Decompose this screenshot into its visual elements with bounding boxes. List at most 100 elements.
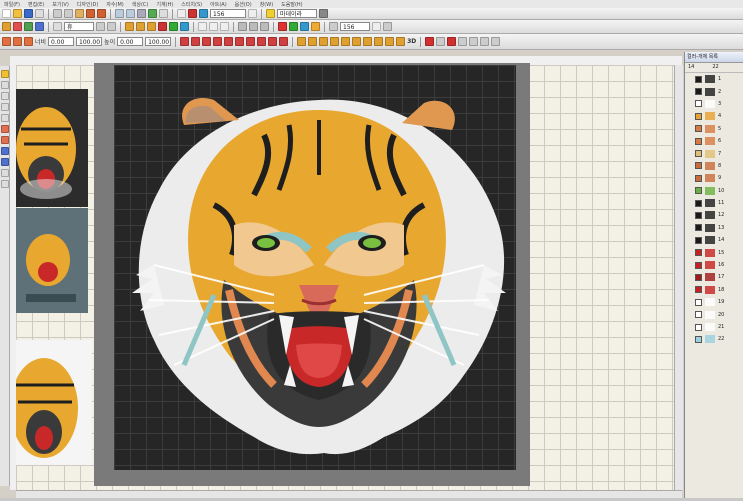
pointer-icon[interactable] bbox=[0, 70, 9, 78]
zigzag-icon[interactable] bbox=[24, 37, 33, 46]
info-icon[interactable] bbox=[266, 9, 275, 18]
lettering-icon[interactable] bbox=[0, 147, 9, 155]
hoop-icon[interactable] bbox=[148, 9, 157, 18]
align-center-icon[interactable] bbox=[136, 22, 145, 31]
pattern-8-icon[interactable] bbox=[257, 37, 267, 46]
object-thumbnail-icon[interactable] bbox=[705, 87, 715, 96]
stitch-angle-icon[interactable] bbox=[491, 37, 501, 46]
arrange-icon[interactable] bbox=[238, 22, 247, 31]
motif-2-icon[interactable] bbox=[308, 37, 318, 46]
outline-stitch-icon[interactable] bbox=[13, 37, 22, 46]
circle-icon[interactable] bbox=[0, 136, 9, 144]
tiger-embroidery-image[interactable] bbox=[114, 65, 516, 470]
menu-item[interactable]: 스티치(S) bbox=[177, 1, 206, 8]
object-thumbnail-icon[interactable] bbox=[705, 223, 715, 232]
pattern-10-icon[interactable] bbox=[279, 37, 289, 46]
lock-icon[interactable] bbox=[260, 22, 269, 31]
object-thumbnail-icon[interactable] bbox=[705, 261, 715, 270]
color-row[interactable]: 17 bbox=[685, 271, 743, 283]
digitize-icon[interactable] bbox=[0, 114, 9, 122]
menu-item[interactable]: 보기(V) bbox=[48, 1, 73, 8]
zoom-out-icon[interactable] bbox=[126, 9, 135, 18]
color-swatch[interactable] bbox=[695, 187, 702, 195]
reference-photo-2[interactable] bbox=[16, 208, 88, 313]
color-swatch[interactable] bbox=[695, 273, 702, 281]
color-row[interactable]: 7 bbox=[685, 147, 743, 159]
color-icon[interactable] bbox=[188, 9, 197, 18]
color-swatch[interactable] bbox=[695, 249, 702, 257]
color-row[interactable]: 13 bbox=[685, 222, 743, 234]
cut-icon[interactable] bbox=[53, 9, 62, 18]
line-icon[interactable] bbox=[220, 22, 229, 31]
motif-10-icon[interactable] bbox=[396, 37, 406, 46]
menu-item[interactable]: 도움말(H) bbox=[277, 1, 306, 8]
object-thumbnail-icon[interactable] bbox=[705, 211, 715, 220]
color-swatch[interactable] bbox=[695, 261, 702, 269]
color-row[interactable]: 5 bbox=[685, 123, 743, 135]
menu-item[interactable]: 색상(C) bbox=[128, 1, 153, 8]
object-thumbnail-icon[interactable] bbox=[705, 310, 715, 319]
color-swatch[interactable] bbox=[695, 211, 702, 219]
vertical-scrollbar[interactable] bbox=[674, 65, 683, 490]
open-file-icon[interactable] bbox=[13, 9, 22, 18]
monogram-icon[interactable] bbox=[0, 158, 9, 166]
color-swatch[interactable] bbox=[695, 224, 702, 232]
pattern-2-icon[interactable] bbox=[191, 37, 201, 46]
motif-1-icon[interactable] bbox=[297, 37, 307, 46]
undo-icon[interactable] bbox=[86, 9, 95, 18]
tie-in-icon[interactable] bbox=[436, 37, 446, 46]
color-row[interactable]: 22 bbox=[685, 333, 743, 345]
color-swatch[interactable] bbox=[695, 137, 702, 145]
zoom-in-icon[interactable] bbox=[115, 9, 124, 18]
color-row[interactable]: 6 bbox=[685, 135, 743, 147]
italic-icon[interactable] bbox=[107, 22, 116, 31]
color-swatch[interactable] bbox=[695, 236, 702, 244]
color-swatch[interactable] bbox=[695, 150, 702, 158]
function-icon[interactable] bbox=[469, 37, 479, 46]
color-row[interactable]: 4 bbox=[685, 110, 743, 122]
color-swatch[interactable] bbox=[695, 286, 702, 294]
color-swatch[interactable] bbox=[695, 174, 702, 182]
object-thumbnail-icon[interactable] bbox=[705, 124, 715, 133]
color-swatch[interactable] bbox=[695, 112, 702, 120]
sequin-icon[interactable] bbox=[311, 22, 320, 31]
color-row[interactable]: 10 bbox=[685, 185, 743, 197]
color-row[interactable]: 11 bbox=[685, 197, 743, 209]
thread-chart-field[interactable]: 마데이라 bbox=[277, 9, 317, 18]
color-swatch[interactable] bbox=[695, 335, 702, 343]
zoom-field[interactable]: 156 bbox=[210, 9, 246, 18]
select-icon[interactable] bbox=[177, 9, 186, 18]
print-icon[interactable] bbox=[35, 9, 44, 18]
object-thumbnail-icon[interactable] bbox=[705, 248, 715, 257]
envelope-icon[interactable] bbox=[180, 22, 189, 31]
object-thumbnail-icon[interactable] bbox=[705, 298, 715, 307]
color-swatch[interactable] bbox=[695, 125, 702, 133]
redo-icon[interactable] bbox=[97, 9, 106, 18]
color-swatch[interactable] bbox=[695, 298, 702, 306]
color-row[interactable]: 15 bbox=[685, 246, 743, 258]
pattern-4-icon[interactable] bbox=[213, 37, 223, 46]
stitch-type-icon[interactable] bbox=[2, 22, 11, 31]
bold-icon[interactable] bbox=[96, 22, 105, 31]
pattern-6-icon[interactable] bbox=[235, 37, 245, 46]
object-thumbnail-icon[interactable] bbox=[705, 199, 715, 208]
save-icon[interactable] bbox=[24, 9, 33, 18]
color-row[interactable]: 2 bbox=[685, 85, 743, 97]
node-icon[interactable] bbox=[198, 22, 207, 31]
motif-6-icon[interactable] bbox=[352, 37, 362, 46]
color-row[interactable]: 1 bbox=[685, 73, 743, 85]
object-thumbnail-icon[interactable] bbox=[705, 335, 715, 344]
color-swatch[interactable] bbox=[695, 162, 702, 170]
pull-comp-icon[interactable] bbox=[383, 22, 392, 31]
object-thumbnail-icon[interactable] bbox=[705, 273, 715, 282]
object-thumbnail-icon[interactable] bbox=[705, 285, 715, 294]
design-canvas[interactable] bbox=[16, 63, 682, 490]
style-3d-label[interactable]: 3D bbox=[407, 38, 416, 45]
reference-photo-3[interactable] bbox=[10, 340, 92, 465]
reshape-icon[interactable] bbox=[0, 81, 9, 89]
width-pct-field[interactable]: 100.00 bbox=[76, 37, 103, 46]
ruler-icon[interactable] bbox=[159, 9, 168, 18]
object-thumbnail-icon[interactable] bbox=[705, 236, 715, 245]
object-thumbnail-icon[interactable] bbox=[705, 112, 715, 121]
underlay-icon[interactable] bbox=[480, 37, 490, 46]
